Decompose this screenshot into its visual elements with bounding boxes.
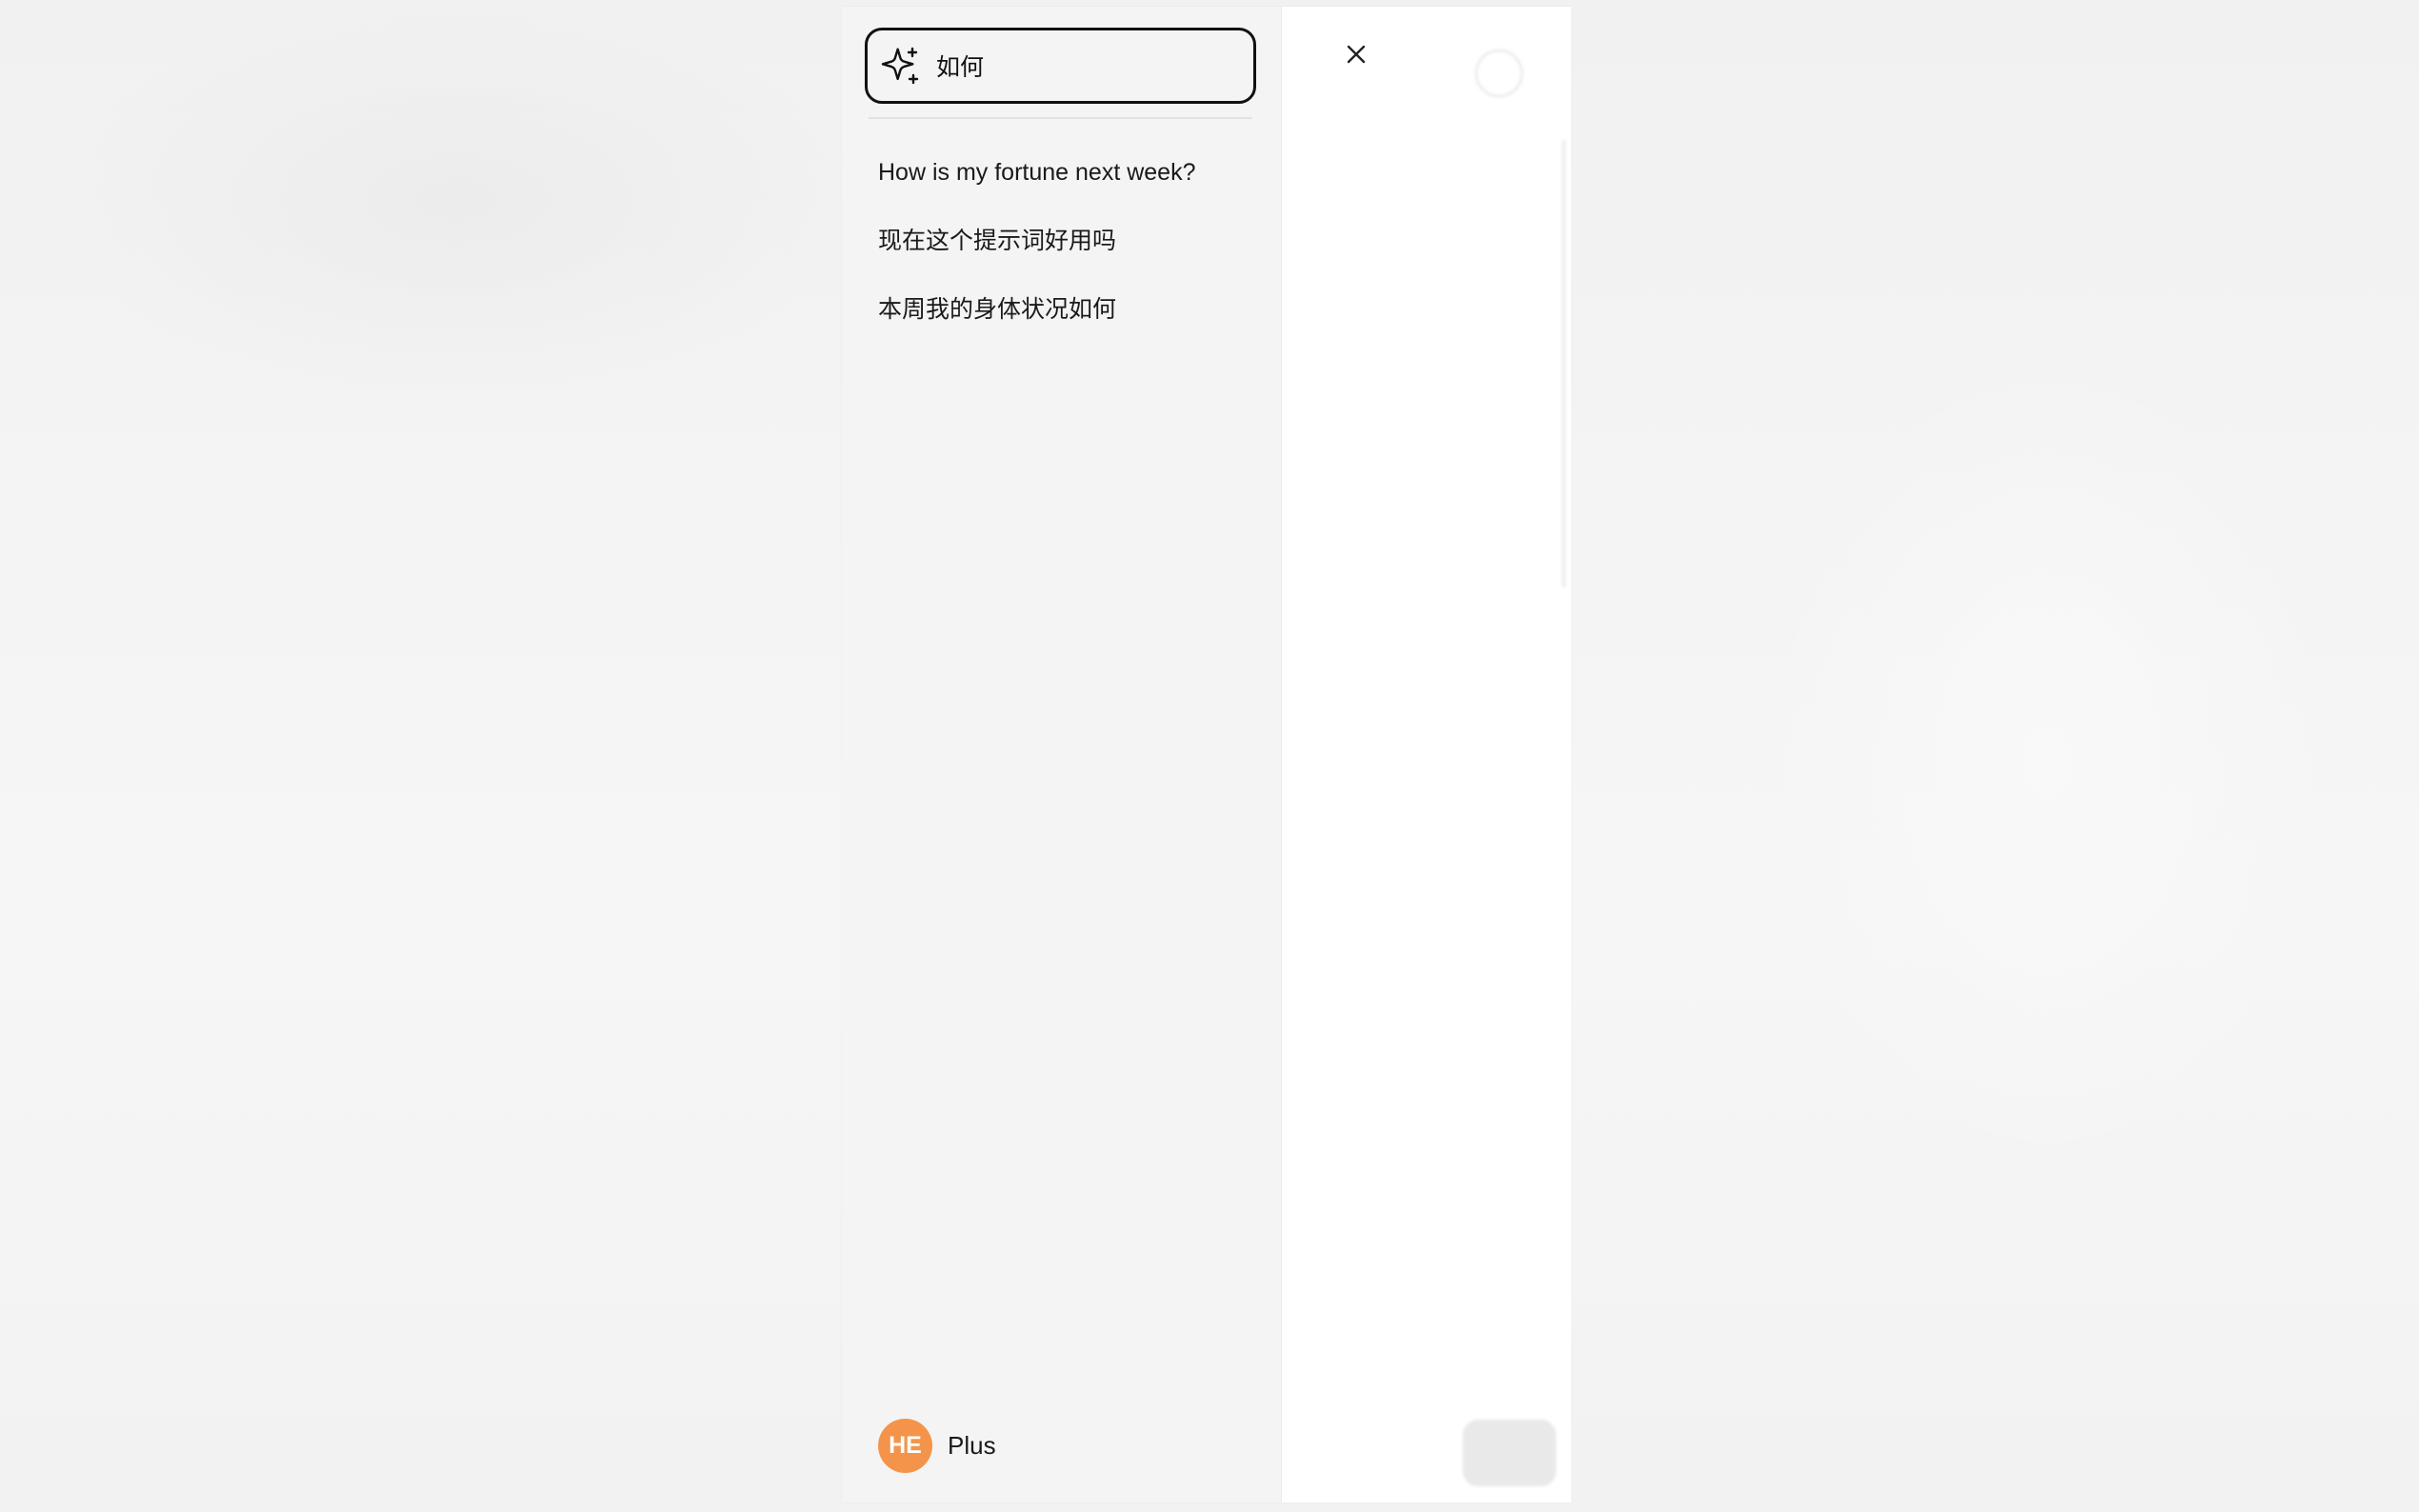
close-icon [1347, 45, 1366, 64]
avatar: HE [878, 1419, 932, 1473]
scrollbar-ghost [1562, 140, 1566, 587]
chat-history-list: How is my fortune next week? 现在这个提示词好用吗 … [878, 140, 1259, 342]
history-item[interactable]: 现在这个提示词好用吗 [878, 205, 1259, 273]
sidebar: How is my fortune next week? 现在这个提示词好用吗 … [842, 7, 1282, 1502]
close-sidebar-button[interactable] [1335, 33, 1377, 75]
sparkle-icon [881, 47, 919, 85]
user-account-button[interactable]: HE Plus [878, 1419, 996, 1473]
search-field[interactable] [865, 28, 1256, 104]
history-item[interactable]: 本周我的身体状况如何 [878, 273, 1259, 342]
divider [869, 117, 1252, 119]
user-plan-label: Plus [948, 1431, 996, 1460]
app-window: How is my fortune next week? 现在这个提示词好用吗 … [842, 7, 1571, 1502]
send-button-ghost [1463, 1420, 1556, 1486]
search-input[interactable] [934, 50, 1252, 81]
header-avatar-ghost [1475, 50, 1523, 97]
history-item[interactable]: How is my fortune next week? [878, 140, 1259, 205]
